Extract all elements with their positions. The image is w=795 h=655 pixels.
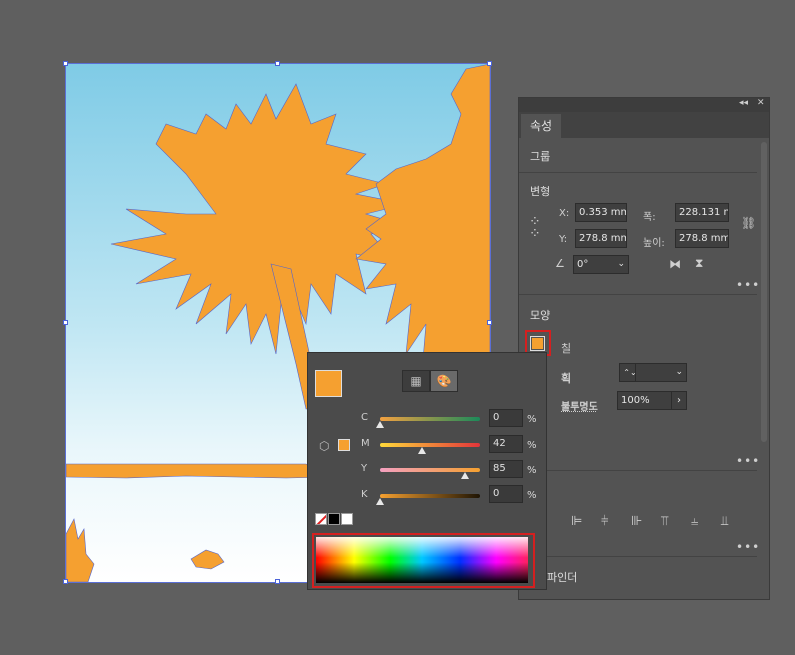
magenta-slider-thumb[interactable]: [418, 447, 426, 454]
current-color-swatch: [315, 370, 342, 397]
chevron-down-icon[interactable]: ⌄: [675, 364, 683, 381]
collapse-icon[interactable]: ◂◂: [739, 98, 748, 108]
opacity-label: 불투명도: [561, 402, 598, 413]
stroke-label: 획: [561, 372, 572, 385]
percent-label: %: [527, 414, 537, 425]
divider: [519, 556, 757, 557]
properties-panel: ◂◂ ✕ 속성 그룹 변형 ⁘ ⁘ X: 0.353 mm Y: 278.8 mm…: [518, 97, 770, 600]
align-bottom-icon[interactable]: ⫫: [721, 514, 728, 529]
channel-label: K: [361, 489, 368, 500]
transform-title: 변형: [530, 185, 551, 198]
magenta-value-field[interactable]: 42: [489, 435, 523, 453]
close-icon[interactable]: ✕: [757, 98, 765, 108]
angle-icon: ∠: [555, 257, 565, 270]
y-label: Y:: [559, 234, 568, 245]
align-middle-icon[interactable]: ⫨: [691, 514, 698, 529]
stroke-weight-field[interactable]: ⌄: [635, 363, 687, 382]
black-value-field[interactable]: 0: [489, 485, 523, 503]
channel-label: Y: [361, 463, 368, 474]
yellow-slider-thumb[interactable]: [461, 472, 469, 479]
panel-scrollbar[interactable]: [761, 142, 767, 442]
chevron-down-icon[interactable]: ⌄: [617, 256, 625, 273]
channel-label: C: [361, 412, 368, 423]
gamut-cube-icon: ⬡: [319, 439, 330, 453]
selection-handle[interactable]: [63, 320, 68, 325]
swatches-icon[interactable]: ▦: [402, 370, 430, 392]
more-options-icon[interactable]: •••: [736, 278, 760, 292]
angle-field[interactable]: 0° ⌄: [573, 255, 629, 274]
rock-bottom: [190, 549, 225, 570]
fill-label: 칠: [561, 342, 572, 355]
height-label: 높이:: [643, 238, 665, 249]
cyan-value-field[interactable]: 0: [489, 409, 523, 427]
align-right-icon[interactable]: ⊪: [631, 514, 642, 529]
group-label: 그룹: [530, 150, 551, 163]
panel-titlebar: ◂◂ ✕: [519, 98, 769, 112]
magenta-slider[interactable]: [380, 443, 480, 447]
chevron-right-icon[interactable]: ›: [671, 392, 686, 409]
pathfinder-title: 파인더: [547, 571, 578, 584]
appearance-title: 모양: [530, 309, 551, 322]
x-label: X:: [559, 208, 570, 219]
height-field[interactable]: 278.8 mm: [675, 229, 729, 248]
channel-label: M: [361, 438, 370, 449]
divider: [519, 294, 757, 295]
cyan-slider-thumb[interactable]: [376, 421, 384, 428]
cyan-slider[interactable]: [380, 417, 480, 421]
none-color-swatch[interactable]: [315, 513, 327, 525]
selection-handle[interactable]: [275, 61, 280, 66]
align-top-icon[interactable]: ⫪: [661, 514, 668, 529]
mini-color-swatch[interactable]: [338, 439, 350, 451]
divider: [519, 172, 757, 173]
flip-horizontal-icon[interactable]: ⧓: [669, 257, 681, 271]
more-options-icon[interactable]: •••: [736, 454, 760, 468]
divider: [519, 470, 757, 471]
selection-handle[interactable]: [487, 61, 492, 66]
more-options-icon[interactable]: •••: [736, 540, 760, 554]
black-slider-thumb[interactable]: [376, 498, 384, 505]
width-field[interactable]: 228.131 n: [675, 203, 729, 222]
opacity-field[interactable]: 100% ›: [617, 391, 687, 410]
width-label: 폭:: [643, 212, 656, 223]
x-field[interactable]: 0.353 mm: [575, 203, 627, 222]
selection-handle[interactable]: [63, 61, 68, 66]
spectrum-highlight-box: [312, 533, 535, 588]
selection-handle[interactable]: [63, 579, 68, 584]
panel-tabs: 속성: [519, 112, 769, 138]
yellow-value-field[interactable]: 85: [489, 460, 523, 478]
bush-bottom-left: [66, 518, 95, 582]
align-center-icon[interactable]: ⫩: [601, 514, 608, 529]
color-picker-popup: ▦ 🎨 ⬡ C 0 % M 42 % Y 85 % K 0 %: [307, 352, 547, 590]
constrain-proportions-icon[interactable]: ⛓: [741, 216, 756, 230]
black-color-swatch[interactable]: [328, 513, 340, 525]
palm-left: [110, 83, 417, 355]
white-color-swatch[interactable]: [341, 513, 353, 525]
selection-handle[interactable]: [275, 579, 280, 584]
color-mixer-icon[interactable]: 🎨: [430, 370, 458, 392]
percent-label: %: [527, 465, 537, 476]
black-slider[interactable]: [380, 494, 480, 498]
selection-handle[interactable]: [487, 320, 492, 325]
align-left-icon[interactable]: ⊫: [571, 514, 582, 529]
percent-label: %: [527, 440, 537, 451]
tab-properties[interactable]: 속성: [521, 114, 561, 138]
reference-point-icon[interactable]: ⁘ ⁘: [529, 215, 541, 241]
y-field[interactable]: 278.8 mm: [575, 229, 627, 248]
percent-label: %: [527, 490, 537, 501]
flip-vertical-icon[interactable]: ⧗: [695, 256, 703, 271]
